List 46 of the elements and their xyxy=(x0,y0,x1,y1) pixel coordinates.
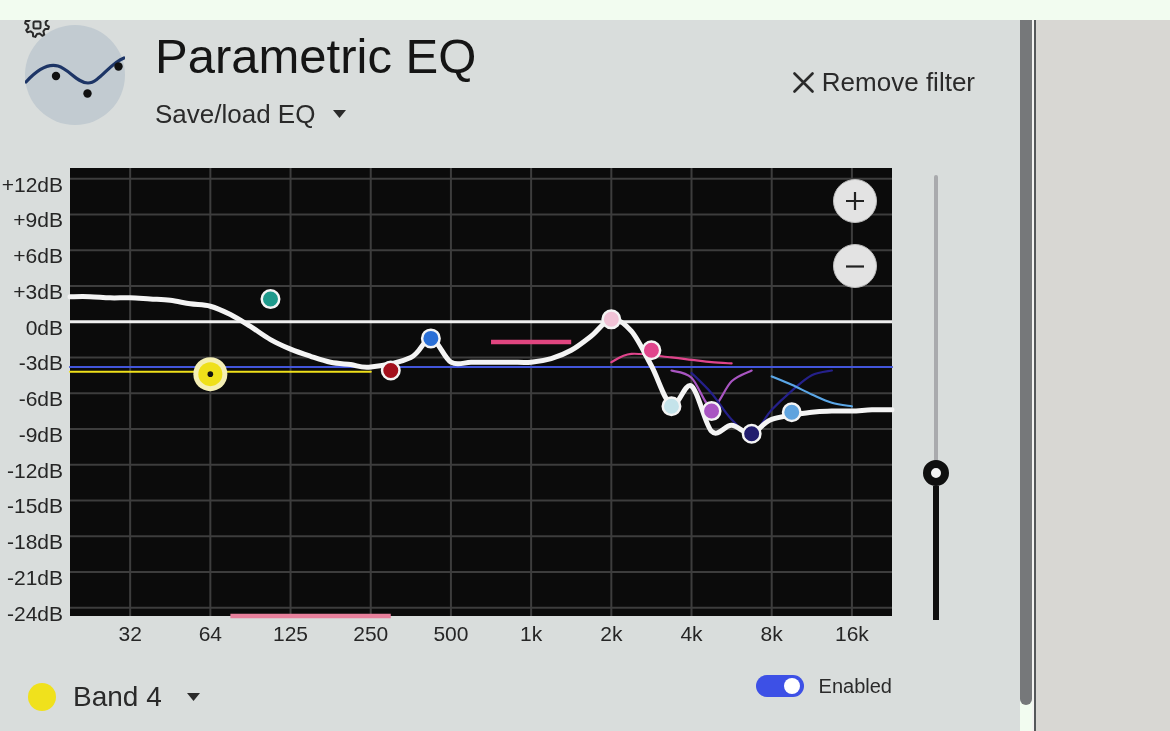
y-axis-label: 0dB xyxy=(25,315,63,339)
app-title: Parametric EQ xyxy=(155,32,477,81)
x-axis-label: 64 xyxy=(198,622,222,645)
eq-curve-icon xyxy=(25,25,125,125)
x-axis-label: 1k xyxy=(520,622,543,645)
x-axis-label: 2k xyxy=(600,622,623,645)
x-axis-label: 125 xyxy=(273,622,309,645)
y-axis-label: +12dB xyxy=(1,172,63,196)
y-axis-label: +9dB xyxy=(13,208,63,232)
x-axis-label: 4k xyxy=(680,622,703,645)
enabled-toggle[interactable] xyxy=(755,675,804,697)
x-axis-label: 32 xyxy=(118,622,142,645)
band-handle[interactable] xyxy=(193,357,228,392)
band-dropdown[interactable]: Band 4 xyxy=(28,677,200,717)
y-axis-label: -3dB xyxy=(18,351,63,375)
slider-thumb[interactable] xyxy=(923,460,949,487)
caret-icon xyxy=(333,110,347,118)
y-axis-label: -6dB xyxy=(18,387,63,411)
band-handle[interactable] xyxy=(260,289,281,310)
caret-icon xyxy=(186,693,200,701)
x-axis-label: 16k xyxy=(834,622,869,645)
plus-icon xyxy=(846,192,864,210)
y-axis-label: -18dB xyxy=(6,530,63,554)
band-handle[interactable] xyxy=(641,340,662,361)
y-axis-label: +6dB xyxy=(13,244,63,268)
band-handle[interactable] xyxy=(380,360,401,381)
band-handle[interactable] xyxy=(661,396,682,417)
x-axis-label: 8k xyxy=(760,622,783,645)
y-axis-label: -21dB xyxy=(6,565,63,589)
band-handle[interactable] xyxy=(741,423,762,444)
remove-filter-button[interactable]: Remove filter xyxy=(792,69,975,95)
band-handle[interactable] xyxy=(781,402,802,423)
band-handle[interactable] xyxy=(420,328,441,349)
x-axis-label: 500 xyxy=(433,622,469,645)
toggle-label: Enabled xyxy=(818,676,892,696)
minus-icon xyxy=(846,264,864,268)
y-axis-label: +3dB xyxy=(13,279,63,303)
x-axis-label: 250 xyxy=(353,622,389,645)
band-handle[interactable] xyxy=(601,309,622,330)
y-axis-label: -12dB xyxy=(6,458,63,482)
y-axis-label: -9dB xyxy=(18,422,63,446)
scrollbar-thumb[interactable] xyxy=(1020,20,1032,705)
y-axis-label: -24dB xyxy=(6,601,63,625)
save-load-dropdown[interactable]: Save/load EQ xyxy=(155,101,347,127)
close-icon xyxy=(792,71,814,93)
y-axis-label: -15dB xyxy=(6,494,63,518)
